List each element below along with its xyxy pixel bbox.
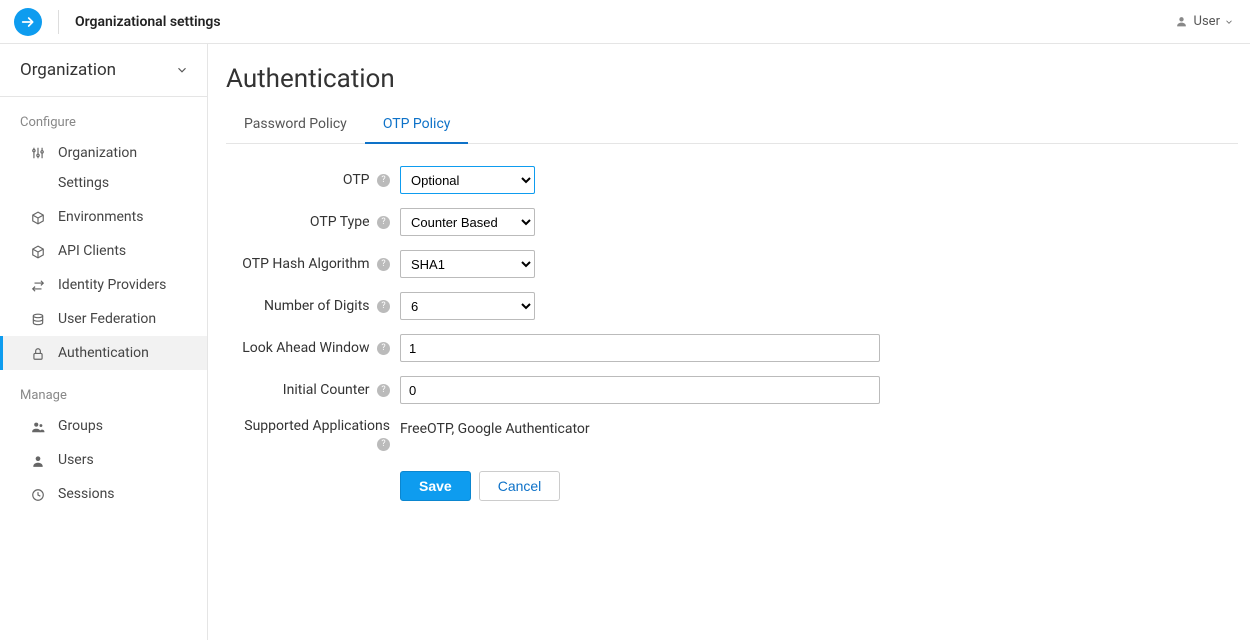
sidebar-item-label: Authentication (58, 345, 149, 361)
supported-apps-value: FreeOTP, Google Authenticator (400, 418, 590, 437)
label-initial-counter: Initial Counter ? (226, 382, 400, 398)
sidebar: Organization Configure Organization Sett… (0, 44, 208, 640)
select-otp[interactable]: Optional (400, 166, 535, 194)
label-otp-type: OTP Type ? (226, 214, 400, 230)
sidebar-section-configure: Configure (0, 97, 207, 136)
select-digits[interactable]: 6 (400, 292, 535, 320)
chevron-down-icon (175, 63, 189, 77)
tabs: Password Policy OTP Policy (226, 106, 1238, 144)
sliders-icon (30, 145, 46, 160)
sidebar-item-identity-providers[interactable]: Identity Providers (0, 268, 207, 302)
page-title: Authentication (226, 64, 1238, 94)
help-icon[interactable]: ? (377, 384, 390, 397)
label-otp: OTP ? (226, 172, 400, 188)
sidebar-item-label: Groups (58, 418, 103, 434)
select-otp-hash[interactable]: SHA1 (400, 250, 535, 278)
user-menu[interactable]: User (1175, 14, 1234, 29)
sidebar-item-label: Organization (58, 145, 137, 161)
label-look-ahead: Look Ahead Window ? (226, 340, 400, 356)
header-left: Organizational settings (14, 8, 221, 36)
lock-icon (30, 346, 46, 361)
sidebar-item-label: Settings (58, 175, 137, 191)
header-title: Organizational settings (75, 14, 221, 30)
sidebar-item-groups[interactable]: Groups (0, 409, 207, 443)
sidebar-item-label: Environments (58, 209, 143, 225)
label-digits: Number of Digits ? (226, 298, 400, 314)
help-icon[interactable]: ? (377, 342, 390, 355)
user-icon (30, 453, 46, 468)
sidebar-item-label: Users (58, 452, 94, 468)
help-icon[interactable]: ? (377, 174, 390, 187)
user-label: User (1194, 14, 1220, 29)
input-initial-counter[interactable] (400, 376, 880, 404)
sidebar-item-label: API Clients (58, 243, 126, 259)
cube-icon (30, 244, 46, 259)
sidebar-item-user-federation[interactable]: User Federation (0, 302, 207, 336)
cancel-button[interactable]: Cancel (479, 471, 561, 501)
tab-otp-policy[interactable]: OTP Policy (365, 106, 469, 144)
sidebar-item-label: Identity Providers (58, 277, 166, 293)
tab-password-policy[interactable]: Password Policy (226, 106, 365, 144)
sidebar-org-label: Organization (20, 60, 116, 80)
sidebar-org-toggle[interactable]: Organization (0, 44, 207, 97)
sidebar-item-authentication[interactable]: Authentication (0, 336, 207, 370)
sidebar-item-sessions[interactable]: Sessions (0, 477, 207, 511)
button-row: Save Cancel (400, 471, 560, 501)
sidebar-item-environments[interactable]: Environments (0, 200, 207, 234)
database-icon (30, 312, 46, 327)
user-icon (1175, 15, 1188, 28)
help-icon[interactable]: ? (377, 300, 390, 313)
app-logo-icon[interactable] (14, 8, 42, 36)
chevron-down-icon (1224, 17, 1234, 27)
sidebar-item-api-clients[interactable]: API Clients (0, 234, 207, 268)
help-icon[interactable]: ? (377, 258, 390, 271)
sidebar-section-manage: Manage (0, 370, 207, 409)
help-icon[interactable]: ? (377, 438, 390, 451)
main-content: Authentication Password Policy OTP Polic… (208, 44, 1250, 640)
help-icon[interactable]: ? (377, 216, 390, 229)
sidebar-item-organization-settings[interactable]: Organization Settings (0, 136, 207, 200)
input-look-ahead[interactable] (400, 334, 880, 362)
top-header: Organizational settings User (0, 0, 1250, 44)
header-divider (58, 10, 59, 34)
sidebar-item-label: User Federation (58, 311, 156, 327)
exchange-icon (30, 278, 46, 293)
clock-icon (30, 487, 46, 502)
sidebar-item-label: Sessions (58, 486, 115, 502)
save-button[interactable]: Save (400, 471, 471, 501)
label-otp-hash: OTP Hash Algorithm ? (226, 256, 400, 272)
cube-icon (30, 210, 46, 225)
label-supported-apps: Supported Applications ? (226, 418, 400, 451)
otp-policy-form: OTP ? Optional OTP Type ? Counter Based (226, 166, 1238, 501)
users-icon (30, 419, 46, 434)
select-otp-type[interactable]: Counter Based (400, 208, 535, 236)
sidebar-item-users[interactable]: Users (0, 443, 207, 477)
